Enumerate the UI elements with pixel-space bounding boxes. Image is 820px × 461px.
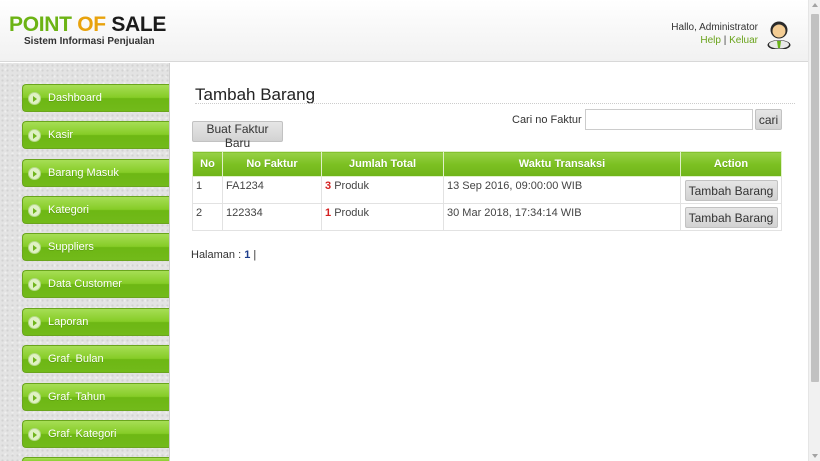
column-header-faktur: No Faktur bbox=[222, 151, 322, 177]
app-logo: POINT OF SALE bbox=[9, 14, 166, 36]
user-box: Hallo, Administrator Help | Keluar bbox=[671, 21, 758, 47]
cell-no: 2 bbox=[192, 203, 223, 231]
cell-total: 3 Produk bbox=[321, 176, 444, 204]
invoice-table: No No Faktur Jumlah Total Waktu Transaks… bbox=[192, 151, 782, 231]
sidebar-item-partial[interactable] bbox=[22, 457, 169, 461]
logo-word-sale: SALE bbox=[111, 13, 167, 36]
chevron-right-icon bbox=[28, 167, 41, 180]
chevron-right-icon bbox=[28, 316, 41, 329]
quantity-value: 3 bbox=[325, 180, 332, 192]
sidebar: Dashboard Kasir Barang Masuk Kategori Su… bbox=[0, 63, 170, 461]
sidebar-item-suppliers[interactable]: Suppliers bbox=[22, 233, 169, 261]
sidebar-item-graf-kategori[interactable]: Graf. Kategori bbox=[22, 420, 169, 448]
sidebar-item-label: Dashboard bbox=[48, 92, 102, 104]
scroll-down-arrow-icon[interactable] bbox=[812, 454, 818, 458]
sidebar-item-dashboard[interactable]: Dashboard bbox=[22, 84, 169, 112]
search-button[interactable]: cari bbox=[755, 109, 782, 130]
sidebar-item-label: Kasir bbox=[48, 129, 74, 141]
column-header-total: Jumlah Total bbox=[321, 151, 444, 177]
new-invoice-button[interactable]: Buat Faktur Baru bbox=[192, 121, 283, 150]
sidebar-item-label: Data Customer bbox=[48, 278, 122, 290]
sidebar-item-label: Graf. Tahun bbox=[48, 391, 106, 403]
header: POINT OF SALE Sistem Informasi Penjualan… bbox=[0, 0, 808, 62]
logout-link[interactable]: Keluar bbox=[729, 35, 758, 46]
pagination: Halaman : 1 | bbox=[191, 249, 256, 261]
scrollbar-thumb[interactable] bbox=[811, 14, 819, 382]
quantity-unit: Produk bbox=[334, 180, 370, 192]
app-subtitle: Sistem Informasi Penjualan bbox=[24, 36, 155, 47]
logo-word-point: POINT bbox=[9, 13, 72, 36]
title-divider bbox=[195, 103, 795, 104]
vertical-scrollbar[interactable] bbox=[808, 0, 820, 461]
sidebar-item-label: Kategori bbox=[48, 204, 89, 216]
sidebar-item-label: Suppliers bbox=[48, 241, 94, 253]
sidebar-item-laporan[interactable]: Laporan bbox=[22, 308, 169, 336]
cell-total: 1 Produk bbox=[321, 203, 444, 231]
sidebar-item-label: Barang Masuk bbox=[48, 167, 119, 179]
logo-word-of: OF bbox=[77, 13, 106, 36]
sidebar-item-data-customer[interactable]: Data Customer bbox=[22, 270, 169, 298]
table-row: 1 FA1234 3 Produk 13 Sep 2016, 09:00:00 … bbox=[192, 176, 782, 204]
tambah-barang-button[interactable]: Tambah Barang bbox=[684, 207, 778, 228]
column-header-waktu: Waktu Transaksi bbox=[443, 151, 681, 177]
sidebar-item-graf-bulan[interactable]: Graf. Bulan bbox=[22, 345, 169, 373]
search-input[interactable] bbox=[585, 109, 753, 130]
pagination-label: Halaman : bbox=[191, 249, 242, 261]
column-header-no: No bbox=[192, 151, 223, 177]
cell-action: Tambah Barang bbox=[680, 176, 782, 204]
user-avatar-icon bbox=[767, 21, 791, 49]
link-separator: | bbox=[723, 35, 727, 46]
chevron-right-icon bbox=[28, 204, 41, 217]
chevron-right-icon bbox=[28, 428, 41, 441]
cell-action: Tambah Barang bbox=[680, 203, 782, 231]
search-label: Cari no Faktur : bbox=[512, 114, 588, 126]
page-title: Tambah Barang bbox=[195, 85, 316, 104]
chevron-right-icon bbox=[28, 278, 41, 291]
quantity-value: 1 bbox=[325, 207, 332, 219]
cell-waktu: 13 Sep 2016, 09:00:00 WIB bbox=[443, 176, 681, 204]
help-link[interactable]: Help bbox=[700, 35, 721, 46]
sidebar-item-label: Graf. Kategori bbox=[48, 428, 117, 440]
table-row: 2 122334 1 Produk 30 Mar 2018, 17:34:14 … bbox=[192, 203, 782, 231]
sidebar-item-kasir[interactable]: Kasir bbox=[22, 121, 169, 149]
cell-waktu: 30 Mar 2018, 17:34:14 WIB bbox=[443, 203, 681, 231]
cell-faktur: FA1234 bbox=[222, 176, 322, 204]
chevron-right-icon bbox=[28, 391, 41, 404]
cell-faktur: 122334 bbox=[222, 203, 322, 231]
sidebar-item-graf-tahun[interactable]: Graf. Tahun bbox=[22, 383, 169, 411]
user-greeting: Hallo, Administrator bbox=[671, 22, 758, 33]
sidebar-item-label: Laporan bbox=[48, 316, 89, 328]
chevron-right-icon bbox=[28, 129, 41, 142]
scroll-up-arrow-icon[interactable] bbox=[812, 3, 818, 7]
chevron-right-icon bbox=[28, 92, 41, 105]
pagination-current-page[interactable]: 1 bbox=[244, 249, 250, 261]
sidebar-item-barang-masuk[interactable]: Barang Masuk bbox=[22, 159, 169, 187]
cell-no: 1 bbox=[192, 176, 223, 204]
table-header-row: No No Faktur Jumlah Total Waktu Transaks… bbox=[192, 151, 782, 177]
chevron-right-icon bbox=[28, 353, 41, 366]
sidebar-item-kategori[interactable]: Kategori bbox=[22, 196, 169, 224]
tambah-barang-button[interactable]: Tambah Barang bbox=[684, 180, 778, 201]
chevron-right-icon bbox=[28, 241, 41, 254]
quantity-unit: Produk bbox=[334, 207, 370, 219]
pagination-separator: | bbox=[253, 249, 257, 261]
sidebar-item-label: Graf. Bulan bbox=[48, 353, 104, 365]
column-header-action: Action bbox=[680, 151, 782, 177]
